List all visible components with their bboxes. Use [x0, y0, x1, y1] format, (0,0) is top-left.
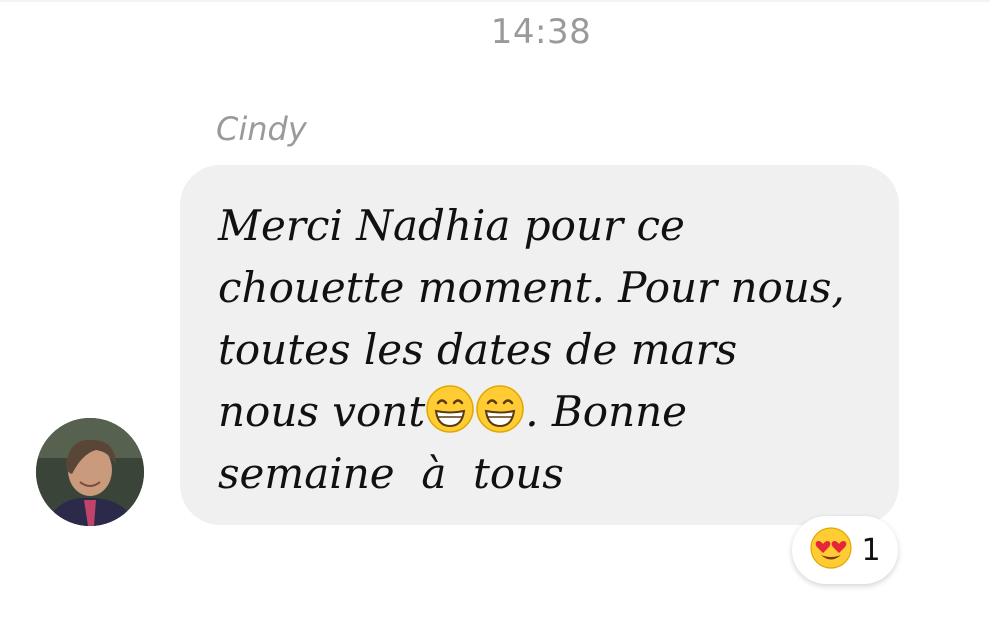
message-timestamp: 14:38 [490, 12, 592, 52]
reaction-pill[interactable]: 1 [792, 516, 898, 584]
chat-screen: 14:38 Cindy Merci Nadhia pour ce chouett… [0, 0, 990, 623]
grinning-face-icon [425, 384, 475, 434]
grinning-face-icon [475, 384, 525, 434]
message-text: Merci Nadhia pour ce chouette moment. Po… [218, 195, 861, 505]
avatar-photo [36, 418, 144, 526]
sender-name: Cindy [216, 110, 307, 148]
heart-eyes-icon [809, 526, 853, 574]
reaction-count: 1 [861, 532, 881, 568]
message-bubble[interactable]: Merci Nadhia pour ce chouette moment. Po… [180, 165, 899, 525]
avatar[interactable] [36, 418, 144, 526]
top-divider [0, 0, 990, 2]
